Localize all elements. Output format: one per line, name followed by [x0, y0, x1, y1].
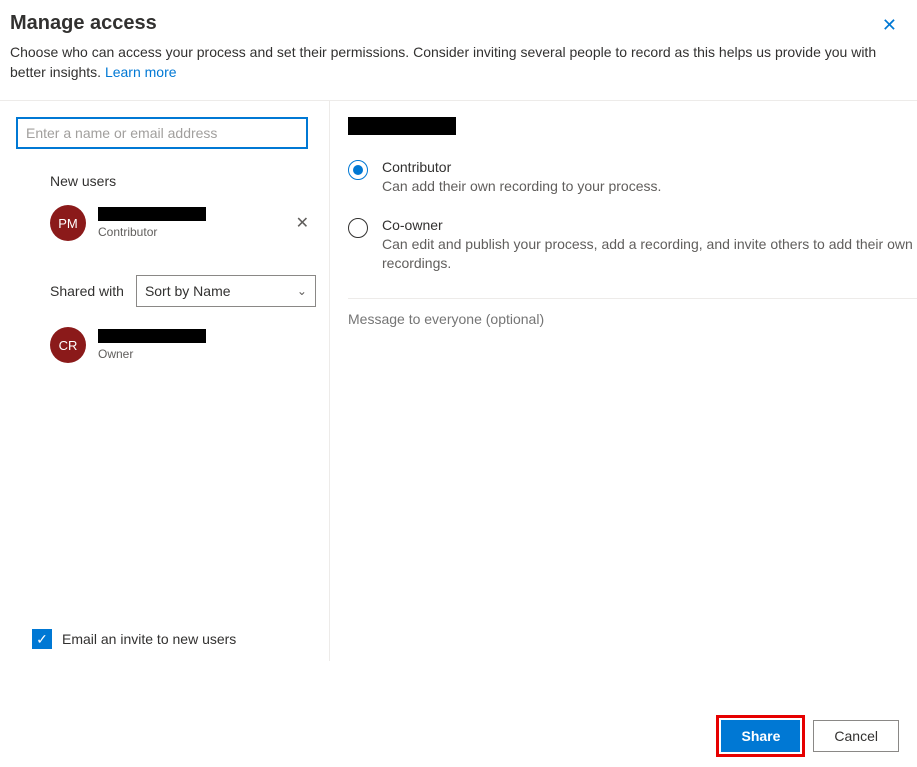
share-button-highlight: Share: [716, 715, 805, 757]
cancel-button[interactable]: Cancel: [813, 720, 899, 752]
user-name: [98, 329, 206, 343]
role-title: Co-owner: [382, 217, 913, 233]
role-title: Contributor: [382, 159, 913, 175]
shared-user-row: CR Owner: [16, 323, 329, 367]
sort-value: Sort by Name: [145, 283, 231, 299]
selected-user-name: [348, 117, 456, 135]
avatar: PM: [50, 205, 86, 241]
email-invite-checkbox[interactable]: ✓: [32, 629, 52, 649]
remove-user-icon[interactable]: ✕: [292, 209, 313, 237]
new-user-row: PM Contributor ✕: [16, 201, 329, 245]
new-users-heading: New users: [50, 173, 329, 189]
email-invite-label: Email an invite to new users: [62, 631, 236, 647]
name-email-input[interactable]: [16, 117, 308, 149]
role-option-contributor[interactable]: Contributor Can add their own recording …: [348, 159, 917, 197]
role-option-coowner[interactable]: Co-owner Can edit and publish your proce…: [348, 217, 917, 274]
close-icon[interactable]: ✕: [878, 12, 901, 38]
page-description: Choose who can access your process and s…: [10, 43, 901, 82]
radio-selected-icon[interactable]: [348, 160, 368, 180]
chevron-down-icon: ⌄: [297, 284, 307, 298]
learn-more-link[interactable]: Learn more: [105, 64, 177, 80]
page-title: Manage access: [10, 12, 157, 35]
avatar: CR: [50, 327, 86, 363]
radio-icon[interactable]: [348, 218, 368, 238]
shared-with-label: Shared with: [50, 283, 124, 299]
user-role: Contributor: [98, 225, 292, 239]
message-input[interactable]: [348, 299, 917, 359]
user-role: Owner: [98, 347, 313, 361]
sort-dropdown[interactable]: Sort by Name ⌄: [136, 275, 316, 307]
role-desc: Can edit and publish your process, add a…: [382, 235, 913, 274]
share-button[interactable]: Share: [721, 720, 800, 752]
role-desc: Can add their own recording to your proc…: [382, 177, 913, 197]
user-name: [98, 207, 206, 221]
